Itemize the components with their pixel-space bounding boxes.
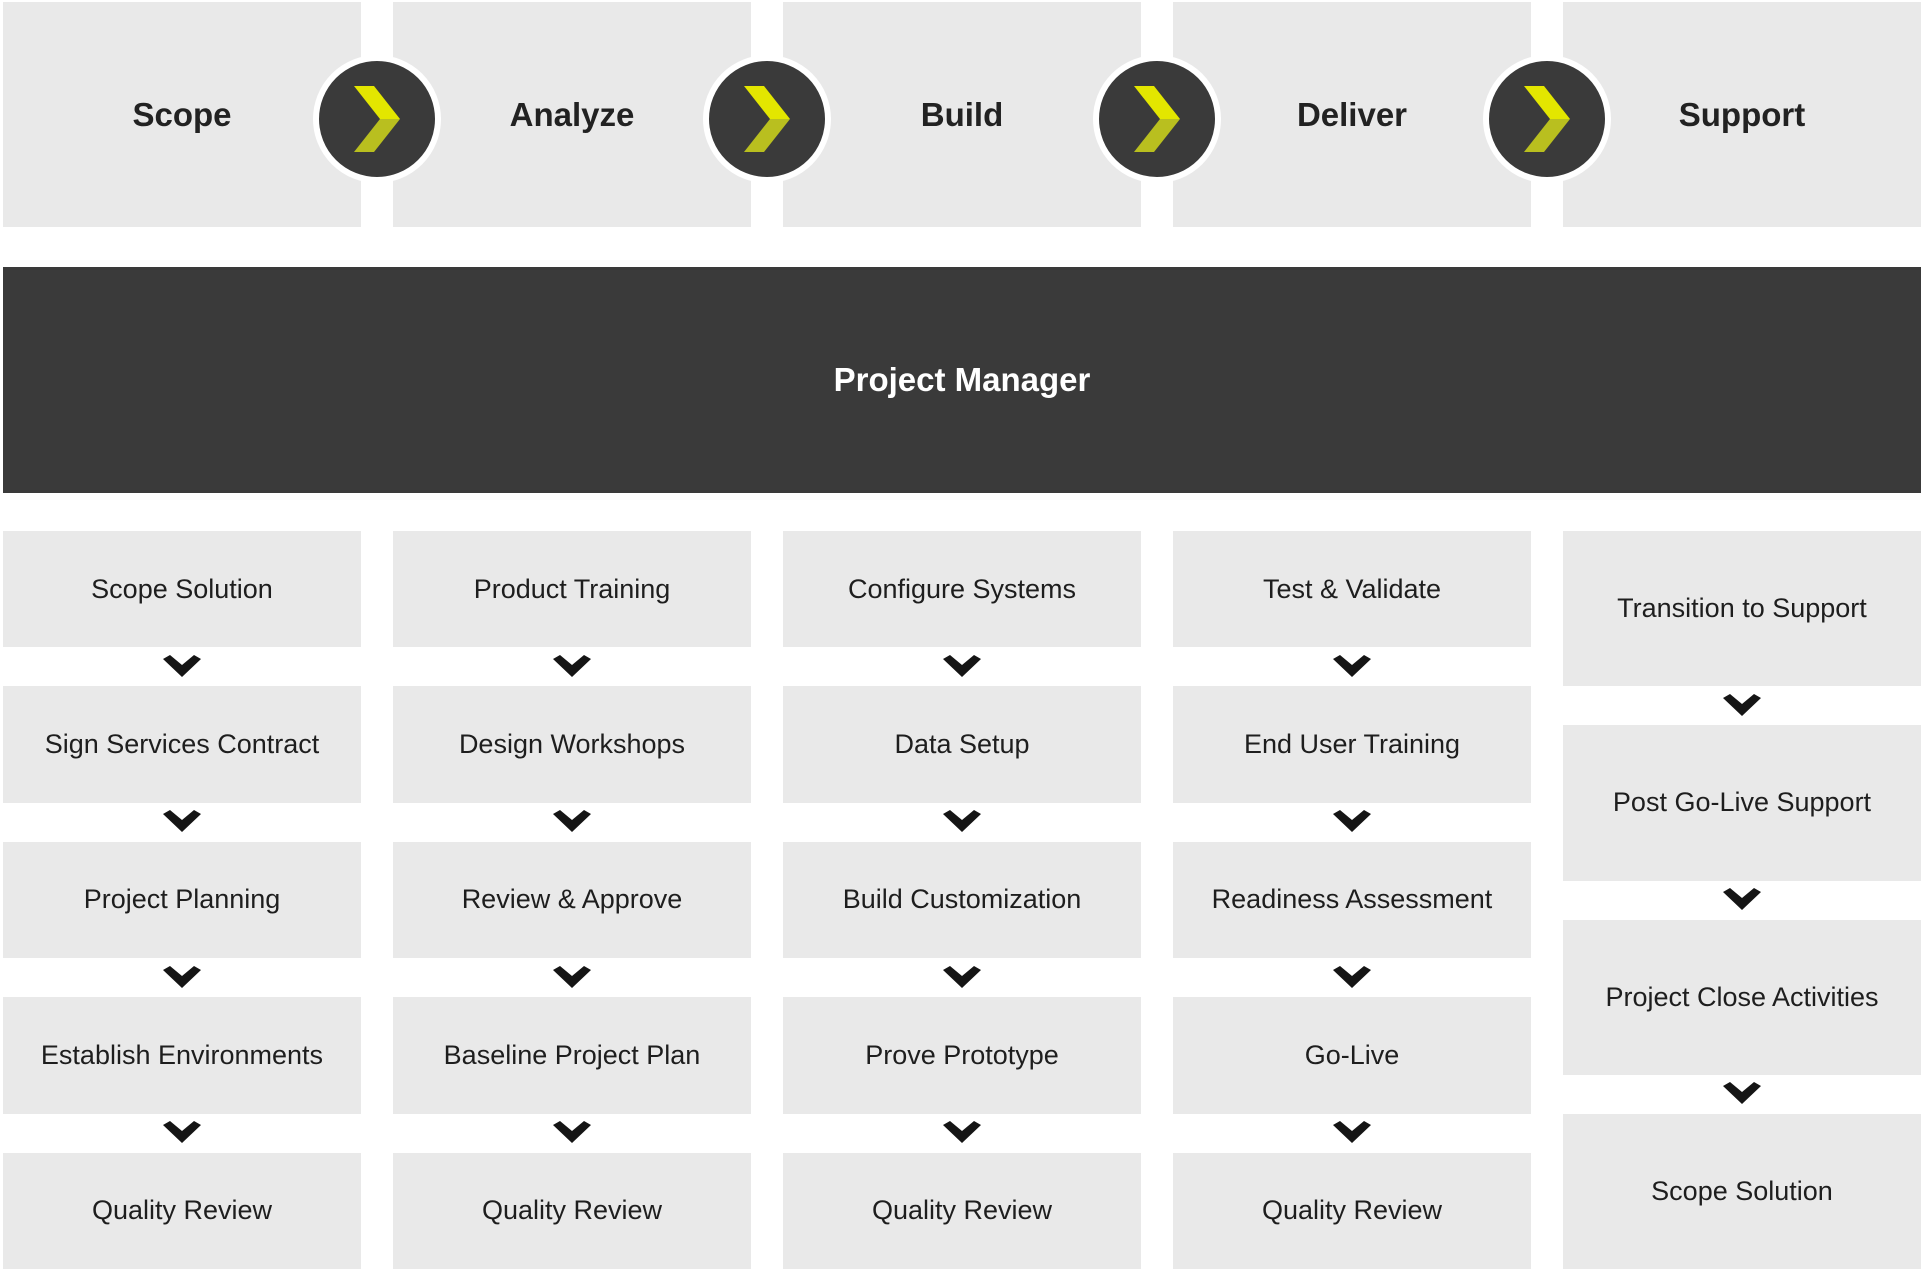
phase-label: Build [920,95,1004,133]
step-box: Test & Validate [1173,531,1531,648]
phase-label: Scope [132,95,232,133]
step-box: Sign Services Contract [3,686,361,803]
step-label: Configure Systems [847,573,1077,604]
step-label: Quality Review [1261,1195,1443,1226]
step-label: Scope Solution [91,573,273,604]
chevron-down-icon [943,1121,981,1145]
step-label: Quality Review [871,1195,1053,1226]
step-label: Project Close Activities [1605,981,1879,1012]
step-label: Product Training [473,573,671,604]
chevron-down-icon [1723,693,1761,718]
step-label: Baseline Project Plan [443,1039,701,1070]
chevron-down-icon [553,810,591,834]
step-label: Establish Environments [40,1039,324,1070]
phase-box-deliver: Deliver [1173,2,1531,227]
step-label: End User Training [1243,729,1461,760]
chevron-down-icon [1723,1082,1761,1106]
step-label: Design Workshops [458,729,686,760]
chevron-down-icon [163,1121,201,1145]
chevron-down-icon [943,654,981,679]
step-box: End User Training [1173,686,1531,803]
chevron-down-icon [163,654,201,679]
chevron-down-icon [1333,654,1371,679]
step-label: Prove Prototype [865,1039,1059,1070]
step-box: Readiness Assessment [1173,841,1531,959]
step-box: Build Customization [783,841,1141,959]
step-box: Design Workshops [393,686,751,803]
phase-box-analyze: Analyze [393,2,751,227]
chevron-down-icon [1333,965,1371,990]
project-manager-bar: Project Manager [3,267,1921,493]
project-manager-label: Project Manager [833,361,1091,398]
step-box: Quality Review [3,1152,361,1269]
chevron-right-icon [313,55,441,183]
chevron-right-icon [1093,55,1221,183]
step-box: Establish Environments [3,997,361,1114]
chevron-down-icon [943,810,981,834]
chevron-down-icon [553,965,591,990]
step-label: Quality Review [481,1195,663,1226]
chevron-down-icon [1333,1121,1371,1145]
phase-box-support: Support [1563,2,1921,227]
chevron-down-icon [163,965,201,990]
chevron-down-icon [943,965,981,990]
chevron-down-icon [553,654,591,679]
step-box: Quality Review [783,1152,1141,1269]
step-box: Quality Review [1173,1152,1531,1269]
chevron-right-icon [1483,55,1611,183]
step-box: Configure Systems [783,531,1141,648]
chevron-down-icon [1333,810,1371,834]
step-label: Go-Live [1304,1039,1400,1070]
step-box: Product Training [393,531,751,648]
phase-label: Analyze [509,95,635,133]
step-box: Post Go-Live Support [1563,725,1921,881]
step-label: Build Customization [842,884,1082,915]
step-box: Data Setup [783,686,1141,803]
step-label: Test & Validate [1262,573,1442,604]
step-label: Post Go-Live Support [1612,787,1872,818]
step-box: Review & Approve [393,841,751,959]
step-label: Sign Services Contract [44,729,320,760]
step-box: Transition to Support [1563,531,1921,687]
chevron-down-icon [163,810,201,834]
step-box: Project Close Activities [1563,919,1921,1075]
step-box: Project Planning [3,841,361,959]
step-box: Scope Solution [1563,1113,1921,1269]
step-box: Prove Prototype [783,997,1141,1114]
phase-box-scope: Scope [3,2,361,227]
step-label: Scope Solution [1651,1175,1833,1206]
step-label: Project Planning [83,884,281,915]
step-box: Quality Review [393,1152,751,1269]
phase-label: Deliver [1296,95,1408,133]
step-label: Quality Review [91,1195,273,1226]
step-label: Review & Approve [461,884,683,915]
step-box: Go-Live [1173,997,1531,1114]
chevron-right-icon [703,55,831,183]
step-label: Transition to Support [1617,593,1867,624]
step-label: Data Setup [894,729,1030,760]
step-box: Scope Solution [3,531,361,648]
phase-box-build: Build [783,2,1141,227]
step-label: Readiness Assessment [1211,884,1493,915]
step-box: Baseline Project Plan [393,997,751,1114]
chevron-down-icon [553,1121,591,1145]
phase-label: Support [1678,95,1806,133]
chevron-down-icon [1723,888,1761,912]
